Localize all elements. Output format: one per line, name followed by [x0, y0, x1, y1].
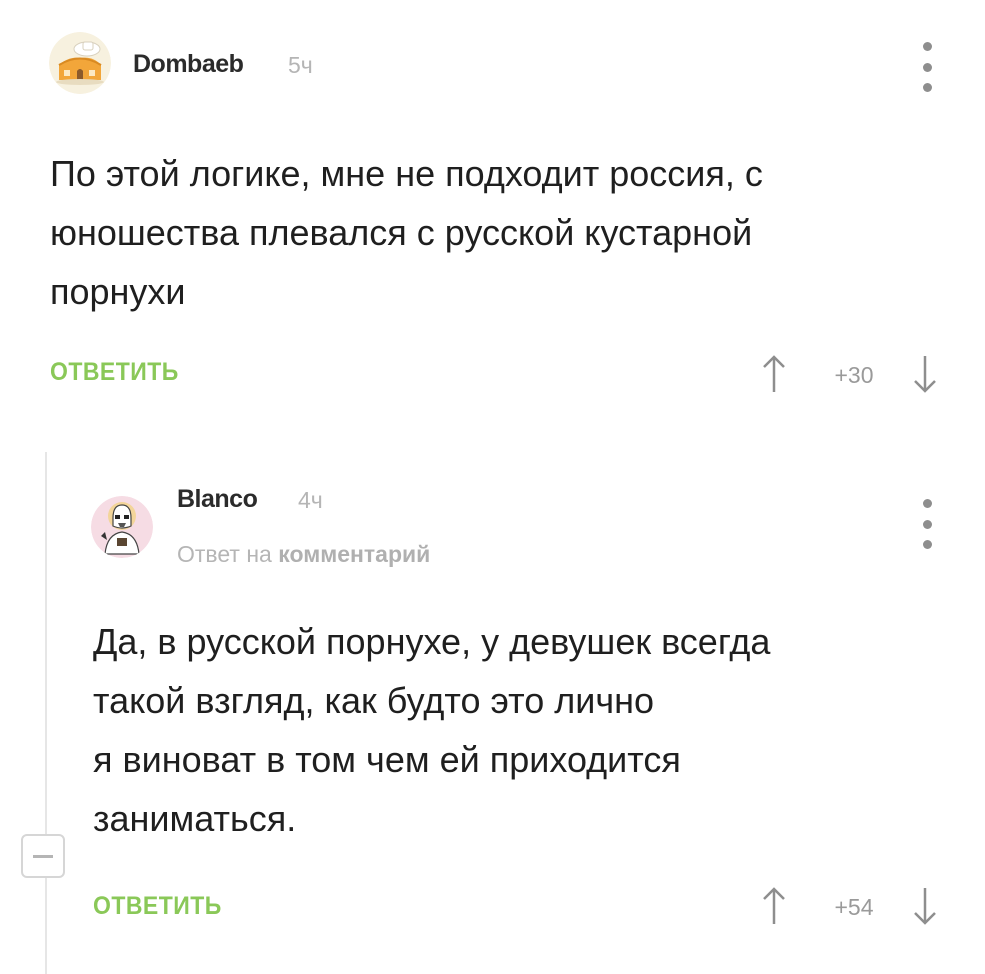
avatar[interactable] [49, 32, 111, 94]
arrow-up-icon[interactable] [761, 354, 787, 394]
more-vertical-icon[interactable] [919, 42, 935, 92]
timestamp: 4ч [298, 487, 323, 513]
reply-button[interactable]: ОТВЕТИТЬ [93, 892, 222, 921]
timestamp: 5ч [288, 52, 313, 78]
stormtrooper-avatar-icon [91, 496, 153, 558]
rating-value: +54 [834, 894, 874, 920]
arrow-down-icon[interactable] [912, 354, 938, 394]
reply-target-link[interactable]: комментарий [278, 541, 430, 567]
thread-line [45, 452, 47, 974]
more-vertical-icon[interactable] [919, 499, 935, 549]
username[interactable]: Blanco [177, 485, 258, 514]
comment-text: Да, в русской порнухе, у девушек всегда … [93, 621, 771, 839]
reply-to-label: Ответ на комментарий [177, 541, 430, 568]
minus-box-icon[interactable] [21, 834, 65, 878]
avatar[interactable] [91, 496, 153, 558]
cartoon-house-avatar-icon [49, 32, 111, 94]
reply-prefix: Ответ на [177, 541, 272, 567]
username[interactable]: Dombaeb [133, 50, 244, 79]
reply-button[interactable]: ОТВЕТИТЬ [50, 358, 179, 387]
arrow-up-icon[interactable] [761, 886, 787, 926]
comment-text: По этой логике, мне не подходит россия, … [50, 153, 763, 312]
rating-value: +30 [834, 362, 874, 388]
arrow-down-icon[interactable] [912, 886, 938, 926]
